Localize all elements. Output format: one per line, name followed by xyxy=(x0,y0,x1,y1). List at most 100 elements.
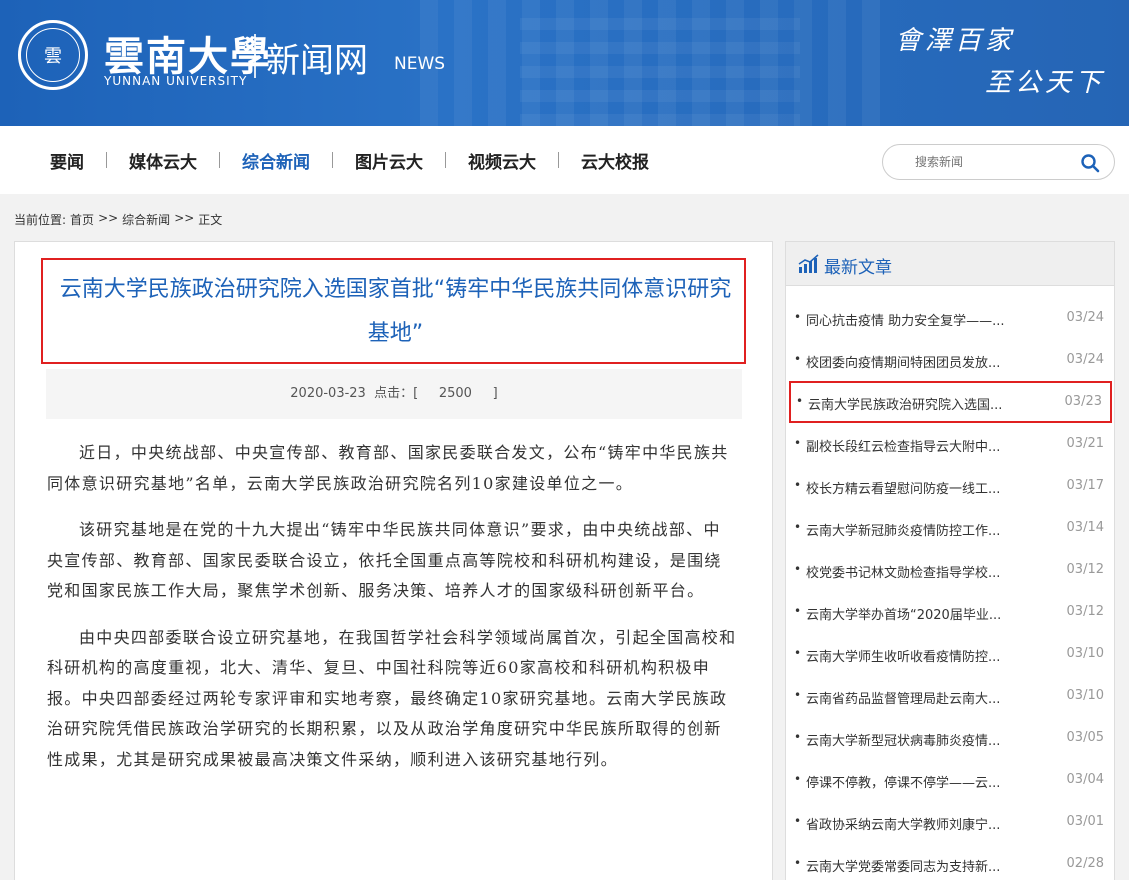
nav-item-headlines[interactable]: 要闻 xyxy=(28,148,106,173)
list-item[interactable]: • 云南大学新冠肺炎疫情防控工作... 03/14 xyxy=(786,507,1114,549)
article-date: 03/14 xyxy=(1066,520,1104,535)
list-item[interactable]: • 云南大学举办首场“2020届毕业... 03/12 xyxy=(786,591,1114,633)
article-date: 03/23 xyxy=(1064,394,1102,409)
article-panel: 云南大学民族政治研究院入选国家首批“铸牢中华民族共同体意识研究基地” 2020-… xyxy=(14,241,773,880)
article-link[interactable]: 同心抗击疫情 助力安全复学——... xyxy=(806,310,1026,329)
list-item[interactable]: • 校团委向疫情期间特困团员发放... 03/24 xyxy=(786,339,1114,381)
article-paragraph: 该研究基地是在党的十九大提出“铸牢中华民族共同体意识”要求，由中央统战部、中央宣… xyxy=(47,520,722,600)
motto-line-2: 至公天下 xyxy=(985,68,1106,98)
nav-item-general-news[interactable]: 综合新闻 xyxy=(220,148,332,173)
site-title[interactable]: 新闻网 xyxy=(266,33,368,82)
bullet: • xyxy=(794,730,802,744)
article-link[interactable]: 校党委书记林文勋检查指导学校... xyxy=(806,562,1026,581)
article-link[interactable]: 云南大学师生收听收看疫情防控... xyxy=(806,646,1026,665)
article-link[interactable]: 云南大学新型冠状病毒肺炎疫情... xyxy=(806,730,1026,749)
article-link[interactable]: 副校长段红云检查指导云大附中... xyxy=(806,436,1026,455)
article-link[interactable]: 云南大学举办首场“2020届毕业... xyxy=(806,604,1026,623)
list-item[interactable]: • 云南大学新型冠状病毒肺炎疫情... 03/05 xyxy=(786,717,1114,759)
chart-icon xyxy=(798,254,819,273)
article-body: 近日，中央统战部、中央宣传部、教育部、国家民委联合发文，公布“铸牢中华民族共同体… xyxy=(47,438,737,791)
seal-text: 雲 xyxy=(44,46,62,67)
nav-item-media[interactable]: 媒体云大 xyxy=(107,148,219,173)
nav-item-school-paper[interactable]: 云大校报 xyxy=(559,148,671,173)
breadcrumb-sep: >> xyxy=(98,211,119,225)
list-item[interactable]: • 同心抗击疫情 助力安全复学——... 03/24 xyxy=(786,297,1114,339)
bullet: • xyxy=(794,436,802,450)
article-date: 03/10 xyxy=(1066,688,1104,703)
list-item[interactable]: • 校党委书记林文勋检查指导学校... 03/12 xyxy=(786,549,1114,591)
clicks-count: 2500 xyxy=(438,386,472,401)
search-icon[interactable] xyxy=(1080,153,1100,173)
bullet: • xyxy=(796,394,804,408)
article-link[interactable]: 省政协采纳云南大学教师刘康宁... xyxy=(806,814,1026,833)
bullet: • xyxy=(794,520,802,534)
search-box xyxy=(882,144,1115,180)
list-item[interactable]: • 校长方精云看望慰问防疫一线工... 03/17 xyxy=(786,465,1114,507)
article-date: 03/01 xyxy=(1066,814,1104,829)
latest-articles-list: • 同心抗击疫情 助力安全复学——... 03/24 • 校团委向疫情期间特困团员发放… xyxy=(786,297,1114,880)
article-paragraph: 近日，中央统战部、中央宣传部、教育部、国家民委联合发文，公布“铸牢中华民族共同体… xyxy=(47,443,729,493)
article-link[interactable]: 停课不停教，停课不停学——云... xyxy=(806,772,1026,791)
list-item-highlighted[interactable]: • 云南大学民族政治研究院入选国... 03/23 xyxy=(789,381,1112,423)
bullet: • xyxy=(794,310,802,324)
latest-articles-header: 最新文章 xyxy=(786,242,1114,286)
header-banner: 雲 雲南大學 YUNNAN UNIVERSITY 新闻网 NEWS 會澤百家 至… xyxy=(0,0,1129,126)
article-link[interactable]: 校团委向疫情期间特困团员发放... xyxy=(806,352,1026,371)
clicks-end: ] xyxy=(492,386,498,401)
bullet: • xyxy=(794,688,802,702)
university-seal-logo[interactable]: 雲 xyxy=(18,20,88,90)
site-title-en: NEWS xyxy=(394,54,446,74)
list-item[interactable]: • 停课不停教，停课不停学——云... 03/04 xyxy=(786,759,1114,801)
header-divider xyxy=(254,34,256,78)
article-date: 03/21 xyxy=(1066,436,1104,451)
article-title-highlight: 云南大学民族政治研究院入选国家首批“铸牢中华民族共同体意识研究基地” xyxy=(41,258,746,364)
list-item[interactable]: • 云南省药品监督管理局赴云南大... 03/10 xyxy=(786,675,1114,717)
article-date: 03/17 xyxy=(1066,478,1104,493)
article-link[interactable]: 云南省药品监督管理局赴云南大... xyxy=(806,688,1026,707)
nav-item-videos[interactable]: 视频云大 xyxy=(446,148,558,173)
clicks-label: 点击：[ xyxy=(374,386,419,401)
list-item[interactable]: • 云南大学师生收听收看疫情防控... 03/10 xyxy=(786,633,1114,675)
nav-items: 要闻 媒体云大 综合新闻 图片云大 视频云大 云大校报 xyxy=(28,126,671,194)
bullet: • xyxy=(794,604,802,618)
bullet: • xyxy=(794,646,802,660)
breadcrumb-prefix: 当前位置: xyxy=(14,213,67,227)
article-date: 03/05 xyxy=(1066,730,1104,745)
article-date: 03/12 xyxy=(1066,604,1104,619)
article-meta: 2020-03-23 点击：[ 2500 ] xyxy=(46,369,742,419)
breadcrumb-current: 正文 xyxy=(198,213,223,227)
article-date: 03/10 xyxy=(1066,646,1104,661)
latest-articles-panel: 最新文章 • 同心抗击疫情 助力安全复学——... 03/24 • 校团委向疫情期间特… xyxy=(785,241,1115,880)
bullet: • xyxy=(794,478,802,492)
article-link[interactable]: 云南大学党委常委同志为支持新... xyxy=(806,856,1026,875)
article-title: 云南大学民族政治研究院入选国家首批“铸牢中华民族共同体意识研究基地” xyxy=(59,277,732,346)
article-date: 02/28 xyxy=(1066,856,1104,871)
article-link[interactable]: 校长方精云看望慰问防疫一线工... xyxy=(806,478,1026,497)
breadcrumb-general-news[interactable]: 综合新闻 xyxy=(122,211,170,228)
search-input[interactable] xyxy=(897,153,1067,171)
list-item[interactable]: • 云南大学党委常委同志为支持新... 02/28 xyxy=(786,843,1114,880)
bullet: • xyxy=(794,856,802,870)
motto-line-1: 會澤百家 xyxy=(895,26,1016,56)
latest-articles-title: 最新文章 xyxy=(824,258,892,278)
bullet: • xyxy=(794,562,802,576)
list-item[interactable]: • 省政协采纳云南大学教师刘康宁... 03/01 xyxy=(786,801,1114,843)
article-link[interactable]: 云南大学新冠肺炎疫情防控工作... xyxy=(806,520,1026,539)
breadcrumb: 当前位置: 首页 >> 综合新闻 >> 正文 xyxy=(14,211,222,228)
main-nav: 要闻 媒体云大 综合新闻 图片云大 视频云大 云大校报 xyxy=(0,126,1129,194)
article-link[interactable]: 云南大学民族政治研究院入选国... xyxy=(808,394,1028,413)
article-date: 2020-03-23 xyxy=(290,386,366,401)
bullet: • xyxy=(794,352,802,366)
nav-item-photos[interactable]: 图片云大 xyxy=(333,148,445,173)
article-date: 03/24 xyxy=(1066,352,1104,367)
article-paragraph: 由中央四部委联合设立研究基地，在我国哲学社会科学领域尚属首次，引起全国高校和科研… xyxy=(47,627,737,769)
article-date: 03/12 xyxy=(1066,562,1104,577)
breadcrumb-home[interactable]: 首页 xyxy=(70,211,94,228)
list-item[interactable]: • 副校长段红云检查指导云大附中... 03/21 xyxy=(786,423,1114,465)
breadcrumb-sep: >> xyxy=(174,211,195,225)
article-date: 03/24 xyxy=(1066,310,1104,325)
building-backdrop-detail xyxy=(520,10,800,126)
university-name-en: YUNNAN UNIVERSITY xyxy=(104,74,248,88)
bullet: • xyxy=(794,814,802,828)
article-date: 03/04 xyxy=(1066,772,1104,787)
